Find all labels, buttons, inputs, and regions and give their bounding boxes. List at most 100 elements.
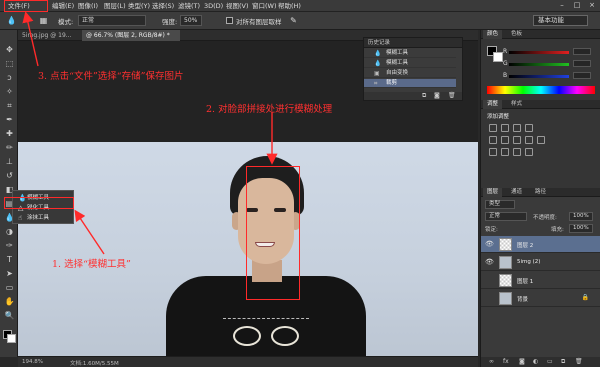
slider-r[interactable] [509,51,569,54]
flyout-item-smudge[interactable]: ☝ 涂抹工具 [13,213,73,223]
levels-icon[interactable] [501,124,509,132]
layer-thumbnail [499,292,512,305]
stamp-tool-icon[interactable]: ⊥ [4,156,15,167]
close-button[interactable]: × [586,1,598,10]
layer-filter-kind[interactable]: 类型 [485,200,515,209]
brush-preset-icon[interactable]: • [20,15,31,26]
menu-select[interactable]: 选择(S) [152,1,174,11]
tab-adjustments[interactable]: 调整 [483,100,503,109]
zoom-tool-icon[interactable]: 🔍 [4,310,15,321]
menu-image[interactable]: 图像(I) [78,1,98,11]
brush-panel-icon[interactable]: ▦ [38,15,49,26]
fill-input[interactable]: 100% [569,224,593,233]
slider-value-b[interactable] [573,72,591,79]
workspace-select[interactable]: 基本功能 [533,15,588,26]
color-spectrum[interactable] [487,86,595,94]
tab-styles[interactable]: 样式 [507,100,526,109]
invert-icon[interactable] [489,148,497,156]
blend-mode-select[interactable]: 正常 [485,212,527,221]
tab-channels[interactable]: 通道 [507,188,526,197]
healing-tool-icon[interactable]: ✚ [4,128,15,139]
lasso-tool-icon[interactable]: ↄ [4,72,15,83]
brush-tool-icon[interactable]: ✏ [4,142,15,153]
link-icon[interactable]: ∞ [489,358,494,365]
tab-layers[interactable]: 图层 [483,188,503,197]
camera-icon[interactable]: ◙ [434,92,440,100]
exposure-icon[interactable] [525,124,533,132]
marquee-tool-icon[interactable]: ⬚ [4,58,15,69]
snapshot-icon[interactable]: ⧉ [422,92,426,100]
threshold-icon[interactable] [513,148,521,156]
pressure-icon[interactable]: ✎ [288,15,299,26]
background-color-swatch[interactable] [7,334,16,343]
minimize-button[interactable]: – [556,1,568,10]
tab-swatches[interactable]: 色板 [507,30,526,39]
history-brush-icon[interactable]: ↺ [4,170,15,181]
zoom-level[interactable]: 194.8% [22,359,43,365]
strength-input[interactable]: 50% [180,15,202,26]
history-item-label: 裁剪 [386,80,398,86]
slider-g[interactable] [509,63,569,66]
menu-view[interactable]: 视图(V) [226,1,249,11]
tab-color[interactable]: 颜色 [483,30,503,39]
crop-tool-icon[interactable]: ⌗ [4,100,15,111]
menu-window[interactable]: 窗口(W) [252,1,277,11]
step3-annotation: 3. 点击“文件”选择“存储”保存图片 [38,71,184,82]
photoshop-window: 文件(F) 编辑(E) 图像(I) 图层(L) 类型(Y) 选择(S) 滤镜(T… [0,0,600,367]
blur-tool-icon[interactable]: 💧 [6,15,17,26]
dodge-tool-icon[interactable]: ◑ [4,226,15,237]
posterize-icon[interactable] [501,148,509,156]
photo-filter-icon[interactable] [537,136,545,144]
menu-layer[interactable]: 图层(L) [104,1,126,11]
fx-icon[interactable]: fx [503,358,509,365]
menu-edit[interactable]: 编辑(E) [52,1,74,11]
trash-icon[interactable]: 🗑 [448,92,456,100]
menu-help[interactable]: 帮助(H) [278,1,301,11]
background-color-swatch[interactable] [493,52,503,62]
mode-select[interactable]: 正常 [78,15,146,26]
history-item[interactable]: ▣ 自由变换 [364,69,456,78]
new-layer-icon[interactable]: ⧉ [561,358,565,366]
menu-3d[interactable]: 3D(D) [204,1,223,11]
type-tool-icon[interactable]: T [4,254,15,265]
group-icon[interactable]: ▭ [547,358,553,365]
eye-icon[interactable]: 👁 [485,240,494,248]
slider-b[interactable] [509,75,569,78]
slider-value-r[interactable] [573,48,591,55]
curves-icon[interactable] [513,124,521,132]
vibrance-icon[interactable] [489,136,497,144]
pen-tool-icon[interactable]: ✑ [4,240,15,251]
history-item[interactable]: 💧 模糊工具 [364,59,456,68]
path-select-icon[interactable]: ➤ [4,268,15,279]
opacity-input[interactable]: 100% [569,212,593,221]
hand-tool-icon[interactable]: ✋ [4,296,15,307]
layer-row[interactable]: 👁 5img (2) [481,254,600,271]
slider-value-g[interactable] [573,60,591,67]
trash-icon[interactable]: 🗑 [575,358,583,365]
hue-sat-icon[interactable] [501,136,509,144]
history-item[interactable]: 💧 模糊工具 [364,49,456,58]
layer-row[interactable]: 图层 1 [481,272,600,289]
menu-type[interactable]: 类型(Y) [128,1,150,11]
bw-icon[interactable] [525,136,533,144]
face-seam-highlight [246,166,300,300]
sample-all-checkbox[interactable] [226,17,233,24]
layer-row[interactable]: 背景 🔒 [481,290,600,307]
eye-icon[interactable]: 👁 [485,258,494,266]
doc-tab-1[interactable]: 5img.jpg @ 19... [18,30,80,41]
maximize-button[interactable]: □ [571,1,583,10]
eyedropper-tool-icon[interactable]: ✒ [4,114,15,125]
history-item[interactable]: ⌗ 裁剪 [364,79,456,88]
mask-icon[interactable]: ◙ [519,358,525,365]
quick-select-icon[interactable]: ✧ [4,86,15,97]
adjustment-layer-icon[interactable]: ◐ [533,358,538,365]
layer-row[interactable]: 👁 图层 2 [481,236,600,253]
gradient-map-icon[interactable] [525,148,533,156]
color-balance-icon[interactable] [513,136,521,144]
move-tool-icon[interactable]: ✥ [4,44,15,55]
doc-tab-2[interactable]: @ 66.7% (图层 2, RGB/8#) * [82,30,180,41]
menu-filter[interactable]: 滤镜(T) [178,1,200,11]
tab-paths[interactable]: 路径 [531,188,550,197]
brightness-icon[interactable] [489,124,497,132]
shape-tool-icon[interactable]: ▭ [4,282,15,293]
